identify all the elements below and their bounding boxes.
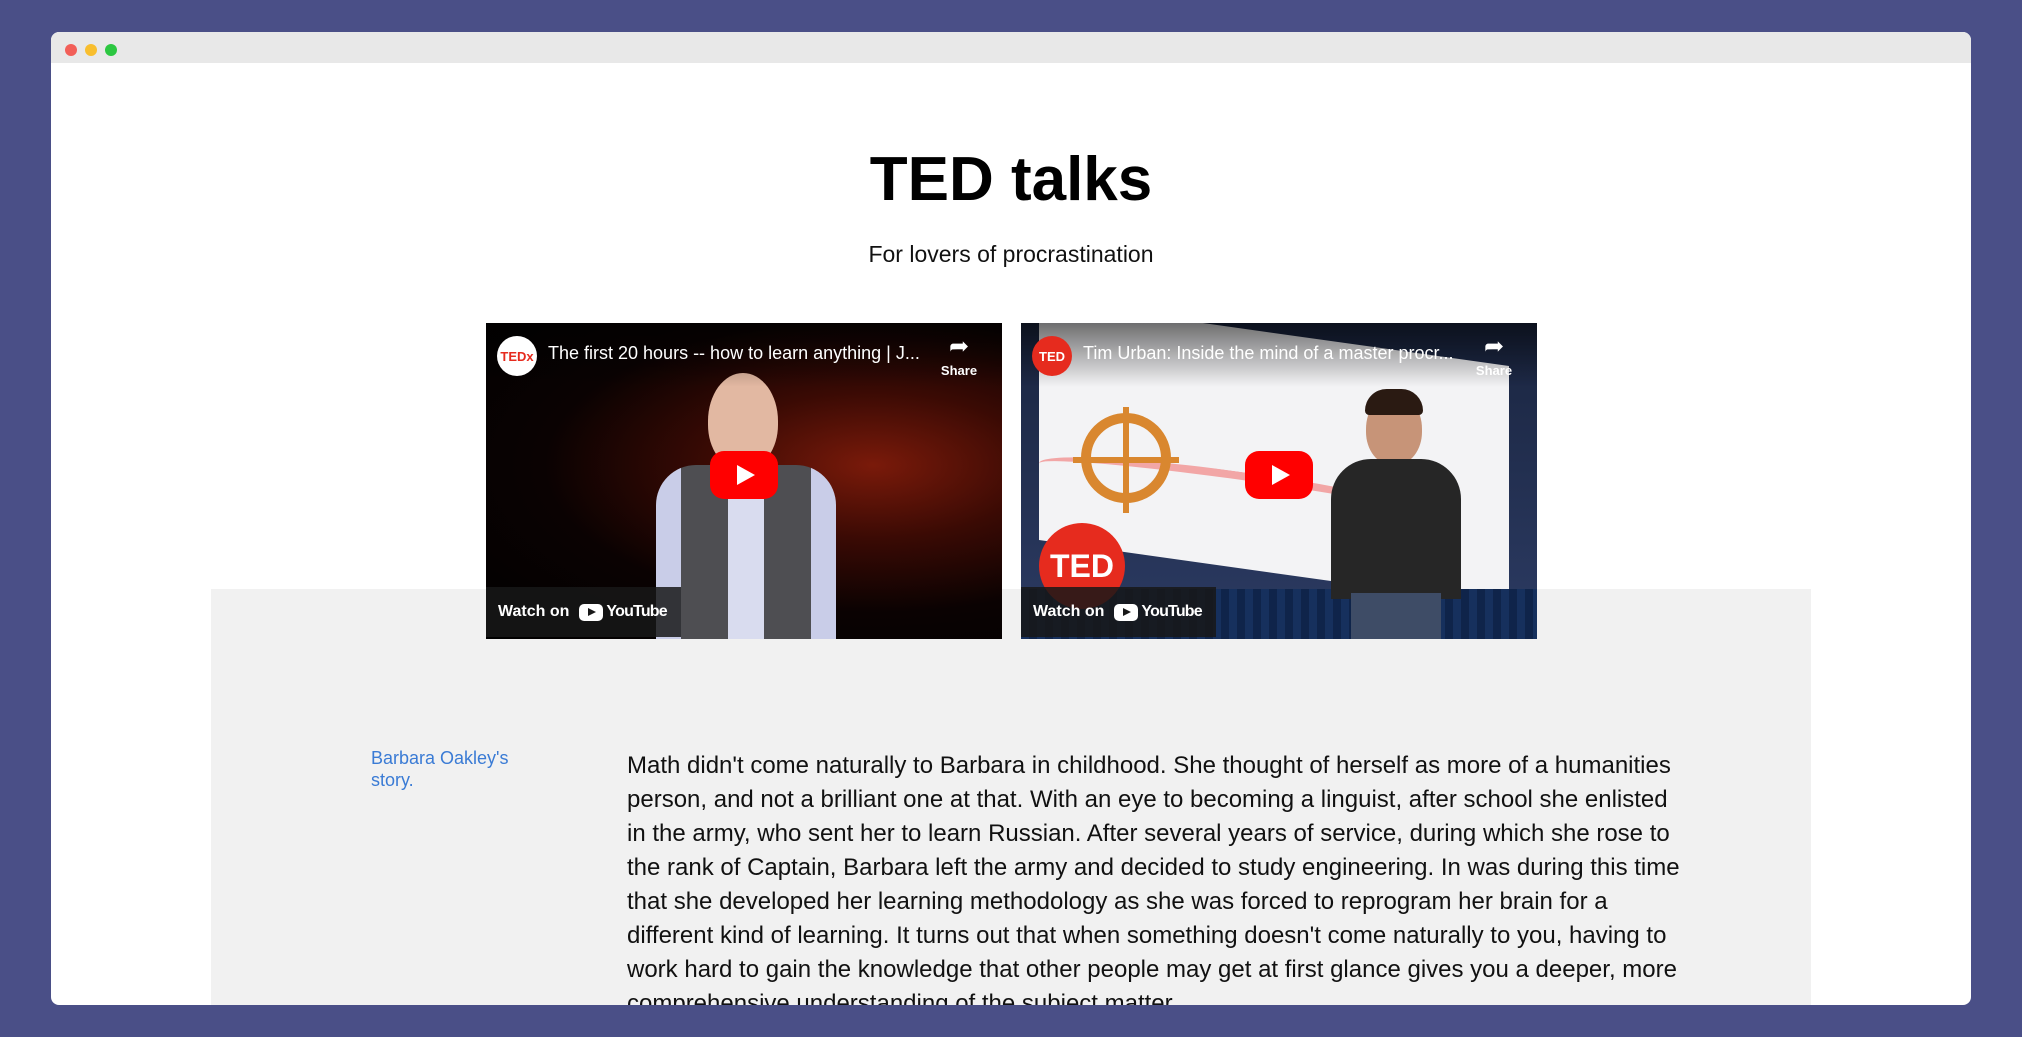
video-title-link[interactable]: Tim Urban: Inside the mind of a master p… — [1083, 343, 1463, 364]
browser-window: TED talks For lovers of procrastination … — [51, 32, 1971, 1005]
ship-wheel-drawing — [1081, 407, 1171, 513]
video-embed-first-20-hours[interactable]: TEDx The first 20 hours -- how to learn … — [486, 323, 1002, 639]
page-subtitle: For lovers of procrastination — [868, 241, 1154, 267]
watch-on-label: Watch on — [1033, 603, 1105, 620]
maximize-window-button[interactable] — [105, 44, 117, 56]
share-arrow-icon: ➦ — [1483, 333, 1505, 360]
share-arrow-icon: ➦ — [948, 333, 970, 360]
speaker-figure — [1321, 389, 1471, 639]
window-titlebar — [51, 32, 1971, 63]
watch-on-youtube-button[interactable]: Watch on YouTube — [1021, 587, 1216, 637]
share-button[interactable]: ➦ Share — [1469, 333, 1519, 379]
youtube-icon — [579, 603, 604, 621]
youtube-logo: YouTube — [1114, 603, 1203, 621]
channel-avatar-icon[interactable]: TEDx — [497, 336, 537, 376]
play-button[interactable] — [710, 451, 778, 499]
page-title: TED talks — [869, 145, 1153, 214]
watch-on-youtube-button[interactable]: Watch on YouTube — [486, 587, 681, 637]
video-embed-tim-urban[interactable]: TED TED Tim Urban: Inside the mind of a … — [1021, 323, 1537, 639]
share-button[interactable]: ➦ Share — [934, 333, 984, 379]
youtube-icon — [1114, 603, 1139, 621]
page-content: TED talks For lovers of procrastination … — [51, 63, 1971, 1005]
share-label: Share — [1475, 363, 1513, 378]
youtube-logo: YouTube — [579, 603, 668, 621]
story-paragraph: Math didn't come naturally to Barbara in… — [627, 752, 1680, 1005]
play-button[interactable] — [1245, 451, 1313, 499]
share-label: Share — [940, 363, 978, 378]
close-window-button[interactable] — [65, 44, 77, 56]
channel-avatar-icon[interactable]: TED — [1032, 336, 1072, 376]
watch-on-label: Watch on — [498, 603, 570, 620]
minimize-window-button[interactable] — [85, 44, 97, 56]
video-title-link[interactable]: The first 20 hours -- how to learn anyth… — [548, 343, 928, 364]
story-link[interactable]: Barbara Oakley's story. — [371, 747, 531, 791]
